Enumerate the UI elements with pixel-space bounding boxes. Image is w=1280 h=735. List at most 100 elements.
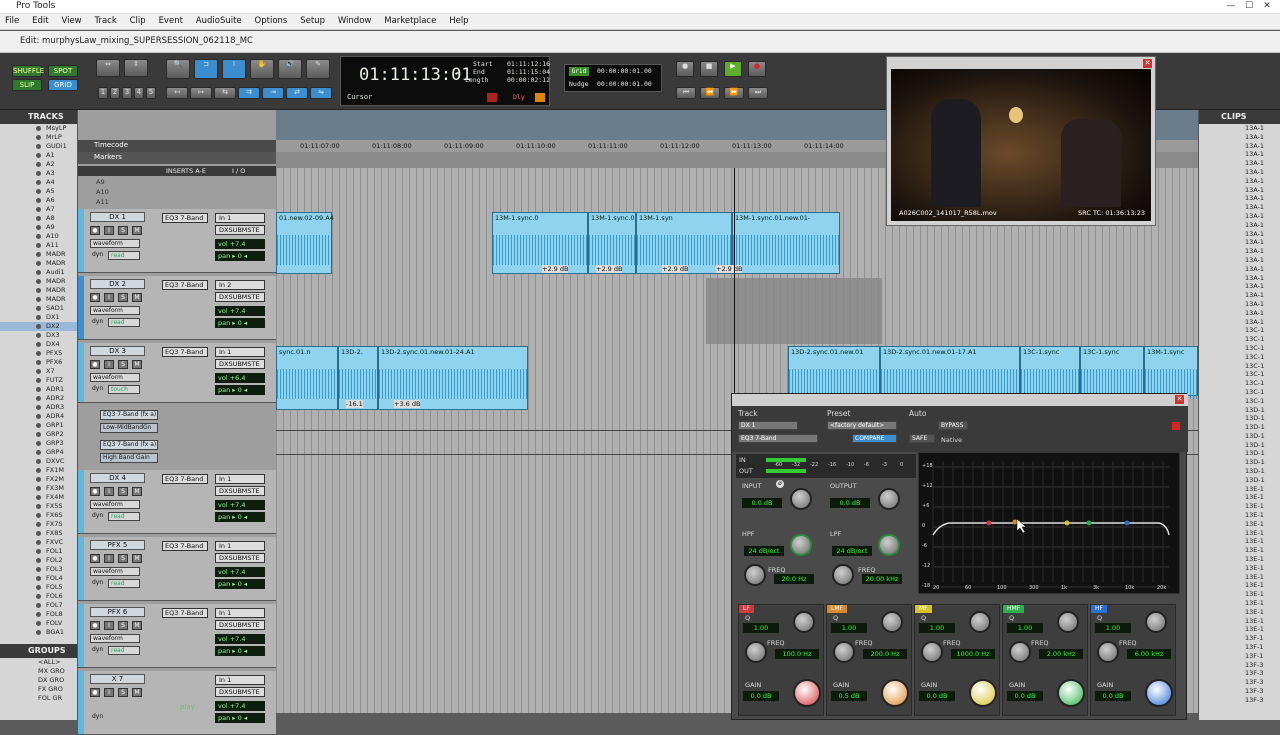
eq-input-value[interactable]: 0.0 dB <box>742 498 782 508</box>
eq-compare-button[interactable]: COMPARE <box>852 434 897 443</box>
track-list-item[interactable]: GRP1 <box>0 421 77 430</box>
eq-response-graph[interactable]: +18 +12 +6 0 -6 -12 -18 20 60 100 300 1k 3k 10k 20k <box>918 452 1180 594</box>
track-list-item[interactable]: FOL3 <box>0 565 77 574</box>
clip-list-item[interactable]: 13A-1 <box>1199 256 1280 265</box>
clip-list-item[interactable]: 13A-1 <box>1199 177 1280 186</box>
input-monitor-button[interactable]: I <box>104 487 114 496</box>
pan-readout[interactable]: pan ▸ 0 ◂ <box>215 713 265 723</box>
grid-label[interactable]: Grid <box>569 67 589 76</box>
track-active-icon[interactable] <box>36 126 41 131</box>
clip-gain[interactable]: -16.1 <box>346 400 363 408</box>
clip-list-item[interactable]: 13F-3 <box>1199 661 1280 670</box>
clip-list-item[interactable]: 13E-1 <box>1199 493 1280 502</box>
track-list-item[interactable]: A10 <box>0 232 77 241</box>
maximize-button[interactable]: ☐ <box>1242 1 1256 12</box>
mirror-midi-icon[interactable]: ⇋ <box>310 87 332 99</box>
group-list-item[interactable]: <ALL> <box>0 658 77 667</box>
clip-list-item[interactable]: 13F-1 <box>1199 643 1280 652</box>
track-name-field[interactable]: DX 2 <box>90 279 145 289</box>
clip-gain[interactable]: +2.9 dB <box>542 265 569 273</box>
track-list-item[interactable]: BGA1 <box>0 628 77 637</box>
track-list-item[interactable]: MrLP <box>0 133 77 142</box>
eq-preset-selector[interactable]: <factory default> <box>827 421 897 430</box>
clip-list-item[interactable]: 13E-1 <box>1199 555 1280 564</box>
eq-safe-button[interactable]: SAFE <box>909 434 935 443</box>
insert-slot[interactable]: EQ3 7-Band <box>162 280 208 290</box>
freq-knob[interactable] <box>745 641 767 663</box>
track-view-selector[interactable]: waveform <box>90 500 140 509</box>
output-selector[interactable]: DXSUBMSTE <box>215 486 265 496</box>
clip-list-item[interactable]: 13E-1 <box>1199 590 1280 599</box>
nudge-value[interactable]: 00:00:00:01.00 <box>597 80 652 88</box>
q-value[interactable]: 1.00 <box>831 623 867 633</box>
automation-mode-selector[interactable]: read <box>108 251 140 260</box>
track-active-icon[interactable] <box>36 441 41 446</box>
track-active-icon[interactable] <box>36 243 41 248</box>
track-active-icon[interactable] <box>36 531 41 536</box>
clip-list-item[interactable]: 13D-1 <box>1199 423 1280 432</box>
track-list-item[interactable]: X7 <box>0 367 77 376</box>
track-active-icon[interactable] <box>36 468 41 473</box>
track-list-item[interactable]: A7 <box>0 205 77 214</box>
track-active-icon[interactable] <box>36 459 41 464</box>
insert-slot[interactable]: EQ3 7-Band <box>162 213 208 223</box>
insert-slot[interactable]: EQ3 7-Band <box>162 347 208 357</box>
eq-plugin-selector[interactable]: EQ3 7-Band <box>738 434 818 443</box>
record-enable-button[interactable]: ● <box>90 226 100 235</box>
clip-list-item[interactable]: 13A-1 <box>1199 265 1280 274</box>
output-selector[interactable]: DXSUBMSTE <box>215 687 265 697</box>
track-list-item[interactable]: MADR <box>0 250 77 259</box>
solo-button[interactable]: S <box>118 554 128 563</box>
gain-knob[interactable] <box>793 679 821 707</box>
track-active-icon[interactable] <box>36 279 41 284</box>
input-selector[interactable]: In 1 <box>215 608 265 618</box>
track-header[interactable]: DX 3 ● I S Mwaveform dyn touch EQ3 7-Band In 1 DX… <box>78 343 276 403</box>
menu-track[interactable]: Track <box>90 14 122 29</box>
timeline-clip[interactable]: sync.01.n <box>276 346 338 410</box>
clip-list-item[interactable]: 13F-1 <box>1199 634 1280 643</box>
insertion-follows-icon[interactable]: ⇥ <box>262 87 284 99</box>
link-track-icon[interactable]: ⇉ <box>238 87 260 99</box>
track-active-icon[interactable] <box>36 504 41 509</box>
clip-list-item[interactable]: 13C-1 <box>1199 362 1280 371</box>
subtrack-a10[interactable]: A10 <box>96 188 109 196</box>
clip-list-item[interactable]: 13F-3 <box>1199 687 1280 696</box>
track-list-item[interactable]: A3 <box>0 169 77 178</box>
zoom-toggle-icon[interactable]: ⇔ <box>96 59 120 77</box>
length-value[interactable]: 00:00:02:12 <box>507 76 550 84</box>
dly-label[interactable]: Dly <box>513 93 525 101</box>
eq-close-icon[interactable]: ✕ <box>1175 395 1184 404</box>
output-selector[interactable]: DXSUBMSTE <box>215 359 265 369</box>
track-header[interactable]: DX 2 ● I S Mwaveform dyn read EQ3 7-Band In 2 DXS… <box>78 276 276 340</box>
track-active-icon[interactable] <box>36 198 41 203</box>
track-active-icon[interactable] <box>36 405 41 410</box>
track-active-icon[interactable] <box>36 306 41 311</box>
q-value[interactable]: 1.00 <box>919 623 955 633</box>
input-selector[interactable]: In 1 <box>215 474 265 484</box>
automation-lane-selector[interactable]: High Band Gain <box>100 453 158 463</box>
clip-list-item[interactable]: 13A-1 <box>1199 309 1280 318</box>
zoom-preset-2[interactable]: 2 <box>110 87 120 99</box>
clip-list-item[interactable]: 13A-1 <box>1199 300 1280 309</box>
track-active-icon[interactable] <box>36 261 41 266</box>
q-knob[interactable] <box>1145 611 1167 633</box>
lpf-freq-knob[interactable] <box>832 564 854 586</box>
output-gain-knob[interactable] <box>878 488 900 510</box>
solo-button[interactable]: S <box>118 487 128 496</box>
nudge-right-icon[interactable]: ↦ <box>190 87 212 99</box>
automation-mode-selector[interactable]: read <box>108 579 140 588</box>
group-list-item[interactable]: DX GRO <box>0 676 77 685</box>
track-active-icon[interactable] <box>36 540 41 545</box>
grid-mode-button[interactable]: GRID <box>48 79 78 91</box>
track-list-item[interactable]: FX7S <box>0 520 77 529</box>
record-icon[interactable]: ● <box>748 61 766 77</box>
clip-list-item[interactable]: 13C-1 <box>1199 379 1280 388</box>
band-tag[interactable]: LF <box>739 605 754 613</box>
rewind-icon[interactable]: ⏪ <box>700 87 720 99</box>
track-view-selector[interactable]: waveform <box>90 567 140 576</box>
clip-list-item[interactable]: 13A-1 <box>1199 238 1280 247</box>
track-list-item[interactable]: DX4 <box>0 340 77 349</box>
track-list-item[interactable]: Audi1 <box>0 268 77 277</box>
track-list-item[interactable]: MsyLP <box>0 124 77 133</box>
solo-button[interactable]: S <box>118 293 128 302</box>
